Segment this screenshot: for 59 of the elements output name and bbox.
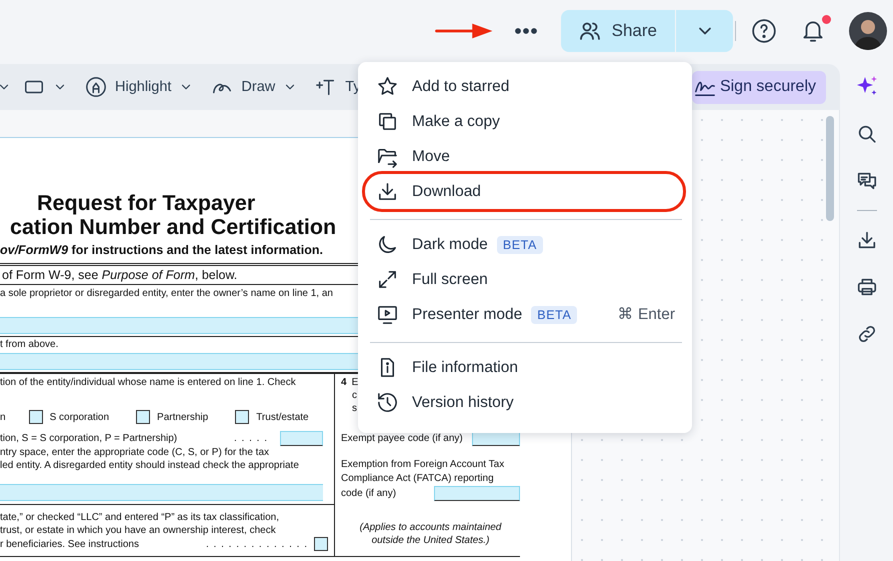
help-icon[interactable] xyxy=(751,18,777,44)
input-field[interactable] xyxy=(0,353,358,370)
form-text: Exempt payee code (if any) xyxy=(341,432,463,445)
form-text: led entity. A disregarded entity should instead check the appropriate xyxy=(0,459,299,472)
history-icon xyxy=(376,391,399,414)
form-text: s xyxy=(351,402,357,415)
input-field[interactable] xyxy=(0,484,323,501)
highlight-icon xyxy=(85,76,107,98)
shortcut-hint: ⌘ Enter xyxy=(618,305,675,324)
form-text: tion of the entity/individual whose name is entered on line 1. Check xyxy=(0,376,296,389)
leader-dots: . . . . . xyxy=(234,432,268,445)
form-text: of Form W-9, see Purpose of Form, below. xyxy=(1,267,238,284)
moon-icon xyxy=(376,233,399,256)
highlight-tool[interactable]: Highlight xyxy=(85,76,194,98)
form-text: t from above. xyxy=(0,338,58,351)
form-title: cation Number and Certification xyxy=(9,215,336,239)
share-button[interactable]: Share xyxy=(560,10,675,52)
print-icon[interactable] xyxy=(856,276,878,298)
form-text: a sole proprietor or disregarded entity, enter the owner’s name on line 1, an xyxy=(0,287,333,300)
form-text: Exemption from Foreign Account Tax xyxy=(341,458,504,472)
form-text: code (if any) xyxy=(341,486,396,500)
checkbox[interactable] xyxy=(136,410,150,424)
form-note: (Applies to accounts maintained xyxy=(360,521,502,534)
checkbox-label: n xyxy=(0,410,6,424)
copy-icon xyxy=(376,110,399,133)
form-text: Compliance Act (FATCA) reporting xyxy=(341,472,494,486)
form-text: tion, S = S corporation, P = Partnership) xyxy=(0,432,178,445)
form-text: ntry space, enter the appropriate code (C, S, or P) for the tax xyxy=(0,446,270,459)
form-title: Request for Taxpayer xyxy=(36,191,256,215)
form-text: tate,” or checked “LLC” and entered “P” as its tax classification, xyxy=(0,511,280,524)
checkbox[interactable] xyxy=(235,410,250,424)
checkbox[interactable] xyxy=(28,410,43,424)
download-icon xyxy=(376,180,399,203)
sign-securely-button[interactable]: Sign securely xyxy=(692,70,826,104)
form-note: outside the United States.) xyxy=(372,534,490,547)
checkbox-label: S corporation xyxy=(50,410,110,424)
presentation-icon xyxy=(376,303,399,326)
expand-icon xyxy=(376,268,399,291)
checkbox-label: Trust/estate xyxy=(256,410,309,424)
star-icon xyxy=(376,75,399,98)
checkbox-label: Partnership xyxy=(157,410,208,424)
form-text: r beneficiaries. See instructions xyxy=(0,538,139,550)
beta-badge: BETA xyxy=(496,236,543,254)
form-text: 4 xyxy=(341,376,347,389)
input-field[interactable] xyxy=(0,317,358,334)
checkbox[interactable] xyxy=(314,537,328,551)
form-text: E xyxy=(352,376,358,389)
beta-badge: BETA xyxy=(531,306,578,324)
input-field[interactable] xyxy=(434,486,520,501)
scrollbar-thumb[interactable] xyxy=(826,116,834,221)
comments-icon[interactable] xyxy=(856,170,878,192)
form-subtitle: ov/FormW9 for instructions and the latest information. xyxy=(0,242,323,258)
input-field[interactable] xyxy=(280,431,323,446)
leader-dots: . . . . . . . . . . . . . . xyxy=(206,538,308,550)
avatar[interactable] xyxy=(849,12,887,50)
form-text: trust, or estate in which you have an ownership interest, check xyxy=(0,524,276,537)
menu-item[interactable]: Download xyxy=(362,171,686,212)
draw-tool[interactable]: Draw xyxy=(211,76,298,98)
form-text: c xyxy=(351,389,357,402)
